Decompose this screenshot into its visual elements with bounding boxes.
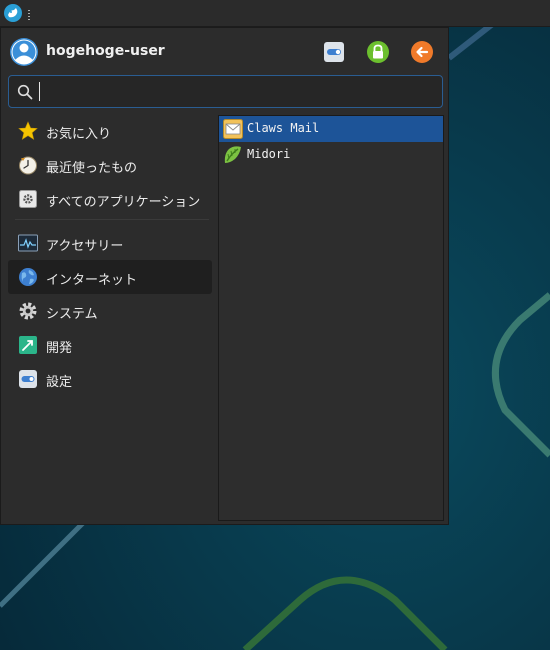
category-system[interactable]: システム — [8, 294, 212, 328]
system-monitor-icon — [18, 233, 38, 253]
category-favorites[interactable]: お気に入り — [8, 114, 212, 148]
username: hogehoge-user — [46, 43, 165, 59]
category-label: 最近使ったもの — [46, 161, 138, 176]
category-label: お気に入り — [46, 127, 112, 142]
category-internet[interactable]: インターネット — [8, 260, 212, 294]
category-accessories[interactable]: アクセサリー — [8, 226, 212, 260]
midori-icon — [223, 145, 243, 165]
category-separator — [15, 219, 209, 220]
applications-icon — [18, 189, 38, 209]
top-panel — [0, 0, 550, 27]
category-label: アクセサリー — [46, 239, 124, 254]
category-label: すべてのアプリケーション — [46, 195, 201, 210]
app-label: Claws Mail — [247, 121, 320, 135]
search-box[interactable] — [8, 75, 443, 108]
category-development[interactable]: 開発 — [8, 328, 212, 362]
settings-toggle-icon — [18, 369, 38, 389]
whisker-menu-icon[interactable] — [3, 3, 23, 23]
mail-icon — [223, 119, 243, 139]
category-label: インターネット — [46, 273, 138, 288]
lock-screen-button[interactable] — [366, 40, 390, 64]
clock-icon — [18, 155, 38, 175]
category-label: 設定 — [46, 375, 73, 390]
category-label: 開発 — [46, 341, 73, 356]
star-icon — [18, 121, 38, 141]
category-all-applications[interactable]: すべてのアプリケーション — [8, 182, 212, 216]
log-out-button[interactable] — [410, 40, 434, 64]
app-claws-mail[interactable]: Claws Mail — [219, 116, 443, 142]
search-input[interactable] — [38, 79, 433, 104]
category-recent[interactable]: 最近使ったもの — [8, 148, 212, 182]
category-settings[interactable]: 設定 — [8, 362, 212, 396]
user-avatar-icon — [9, 37, 39, 67]
search-icon — [17, 84, 33, 100]
app-midori[interactable]: Midori — [219, 142, 443, 168]
text-caret — [39, 82, 40, 101]
panel-handle-icon[interactable] — [27, 7, 31, 20]
globe-icon — [18, 267, 38, 287]
application-list: Claws Mail Midori — [218, 115, 444, 521]
gear-icon — [18, 301, 38, 321]
application-menu: hogehoge-user お気に入り 最近使ったもの すべてのアプリケーション… — [0, 27, 449, 525]
settings-button[interactable] — [322, 40, 346, 64]
app-label: Midori — [247, 147, 291, 161]
development-icon — [18, 335, 38, 355]
category-label: システム — [46, 307, 98, 322]
